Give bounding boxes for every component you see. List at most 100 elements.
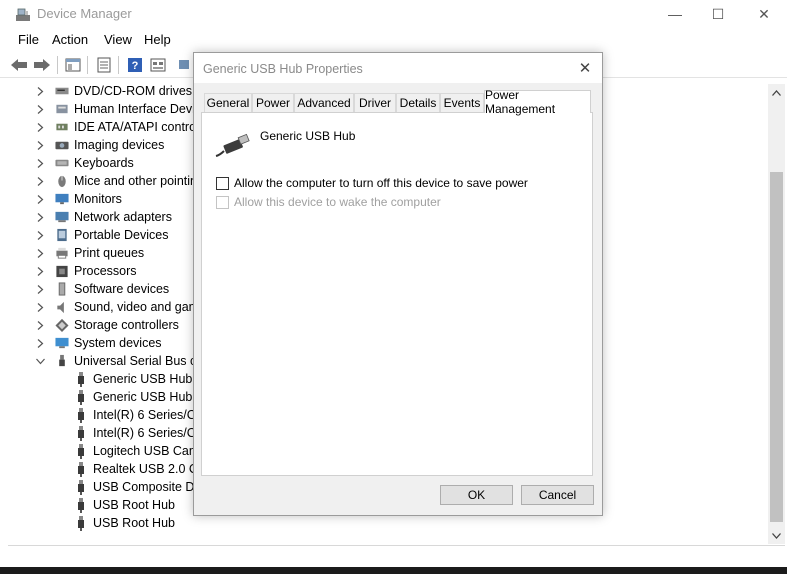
expand-toggle[interactable] <box>34 103 46 115</box>
help-button[interactable]: ? <box>126 56 144 74</box>
tree-category-label: Print queues <box>74 246 145 260</box>
tab-power[interactable]: Power <box>252 93 294 112</box>
usb-device-item[interactable]: Realtek USB 2.0 Car <box>73 460 209 478</box>
scroll-thumb[interactable] <box>770 172 783 522</box>
chevron-right-icon <box>37 104 43 114</box>
expand-toggle[interactable] <box>34 319 46 331</box>
chevron-up-icon <box>772 89 781 96</box>
expand-toggle[interactable] <box>34 85 46 97</box>
tree-category-label: Software devices <box>74 282 170 296</box>
tree-category[interactable]: Mice and other pointin <box>34 172 197 190</box>
expand-toggle[interactable] <box>34 247 46 259</box>
tab-general[interactable]: General <box>204 93 252 112</box>
expand-toggle[interactable] <box>34 139 46 151</box>
tree-category[interactable]: Software devices <box>34 280 169 298</box>
back-button[interactable] <box>10 56 28 74</box>
close-button[interactable]: ✕ <box>741 0 787 28</box>
tree-category[interactable]: Processors <box>34 262 137 280</box>
menu-action[interactable]: Action <box>52 32 88 47</box>
tree-category-label: Processors <box>74 264 137 278</box>
tree-category[interactable]: Portable Devices <box>34 226 169 244</box>
properties-button[interactable] <box>95 56 113 74</box>
tree-category-label: DVD/CD-ROM drives <box>74 84 193 98</box>
usb-device-label: USB Root Hub <box>93 498 175 512</box>
expand-toggle[interactable] <box>34 301 46 313</box>
tab-power-management[interactable]: Power Management <box>484 88 591 116</box>
usb-device-item[interactable]: USB Composite Dev <box>73 478 208 496</box>
tree-category-label: Imaging devices <box>74 138 165 152</box>
usb-device-item[interactable]: Generic USB Hub <box>73 388 192 406</box>
expand-toggle[interactable] <box>34 193 46 205</box>
tree-category[interactable]: IDE ATA/ATAPI controll <box>34 118 202 136</box>
menu-bar: File Action View Help <box>0 30 787 50</box>
properties-dialog: Generic USB Hub Properties ✕ General Pow… <box>193 52 603 516</box>
tree-category[interactable]: Sound, video and game <box>34 298 206 316</box>
chevron-right-icon <box>37 176 43 186</box>
menu-file[interactable]: File <box>18 32 39 47</box>
allow-turn-off-checkbox[interactable] <box>216 176 229 190</box>
cancel-button[interactable]: Cancel <box>521 485 594 505</box>
usb-device-item[interactable]: Generic USB Hub <box>73 370 192 388</box>
dialog-title-bar: Generic USB Hub Properties ✕ <box>194 53 602 83</box>
menu-help[interactable]: Help <box>144 32 171 47</box>
scroll-up-button[interactable] <box>768 84 785 101</box>
minimize-button[interactable]: — <box>652 0 698 28</box>
title-bar: Device Manager — ☐ ✕ <box>0 0 787 28</box>
view-button[interactable] <box>149 56 167 74</box>
software-device-icon <box>54 282 70 296</box>
expand-toggle[interactable] <box>34 211 46 223</box>
usb-device-item[interactable]: Intel(R) 6 Series/C20 <box>73 406 210 424</box>
allow-turn-off-option[interactable]: Allow the computer to turn off this devi… <box>216 176 528 190</box>
tree-category[interactable]: Universal Serial Bus cor <box>34 352 207 370</box>
tree-category[interactable]: Monitors <box>34 190 122 208</box>
properties-icon <box>97 57 111 73</box>
tree-category[interactable]: Keyboards <box>34 154 134 172</box>
usb-device-item[interactable]: USB Root Hub <box>73 514 175 532</box>
chevron-right-icon <box>37 284 43 294</box>
tree-category[interactable]: Storage controllers <box>34 316 179 334</box>
show-hide-tree-button[interactable] <box>64 56 82 74</box>
chevron-right-icon <box>37 302 43 312</box>
usb-device-item[interactable]: Intel(R) 6 Series/C20 <box>73 424 210 442</box>
usb-device-label: Realtek USB 2.0 Car <box>93 462 210 476</box>
tab-driver[interactable]: Driver <box>354 93 396 112</box>
usb-device-icon <box>73 443 89 459</box>
maximize-button[interactable]: ☐ <box>695 0 741 28</box>
tree-category-label: Portable Devices <box>74 228 169 242</box>
tab-details[interactable]: Details <box>396 93 440 112</box>
tree-category[interactable]: Print queues <box>34 244 144 262</box>
forward-button[interactable] <box>33 56 51 74</box>
expand-toggle[interactable] <box>34 229 46 241</box>
expand-toggle[interactable] <box>34 175 46 187</box>
scan-hardware-button[interactable] <box>176 56 194 74</box>
tree-category-label: System devices <box>74 336 162 350</box>
tree-category[interactable]: DVD/CD-ROM drives <box>34 82 192 100</box>
tab-events[interactable]: Events <box>440 93 484 112</box>
expand-toggle[interactable] <box>34 265 46 277</box>
usb-device-item[interactable]: USB Root Hub <box>73 496 175 514</box>
tree-category[interactable]: Imaging devices <box>34 136 164 154</box>
chevron-right-icon <box>37 140 43 150</box>
expand-toggle[interactable] <box>34 121 46 133</box>
keyboard-icon <box>54 156 70 170</box>
tree-category[interactable]: System devices <box>34 334 162 352</box>
usb-device-icon <box>73 461 89 477</box>
chevron-right-icon <box>37 248 43 258</box>
tab-advanced[interactable]: Advanced <box>294 93 354 112</box>
tree-category[interactable]: Network adapters <box>34 208 172 226</box>
printer-icon <box>54 246 70 260</box>
ide-controller-icon <box>54 120 70 134</box>
ok-button[interactable]: OK <box>440 485 513 505</box>
expand-toggle[interactable] <box>34 283 46 295</box>
camera-icon <box>54 138 70 152</box>
scroll-down-button[interactable] <box>768 527 785 544</box>
tree-category-label: Mice and other pointin <box>74 174 197 188</box>
menu-view[interactable]: View <box>104 32 132 47</box>
vertical-scrollbar[interactable] <box>768 84 785 544</box>
expand-toggle[interactable] <box>34 157 46 169</box>
usb-device-item[interactable]: Logitech USB Came <box>73 442 206 460</box>
expand-toggle[interactable] <box>34 355 46 367</box>
tree-category[interactable]: Human Interface Devic <box>34 100 201 118</box>
dialog-close-button[interactable]: ✕ <box>574 57 596 79</box>
expand-toggle[interactable] <box>34 337 46 349</box>
